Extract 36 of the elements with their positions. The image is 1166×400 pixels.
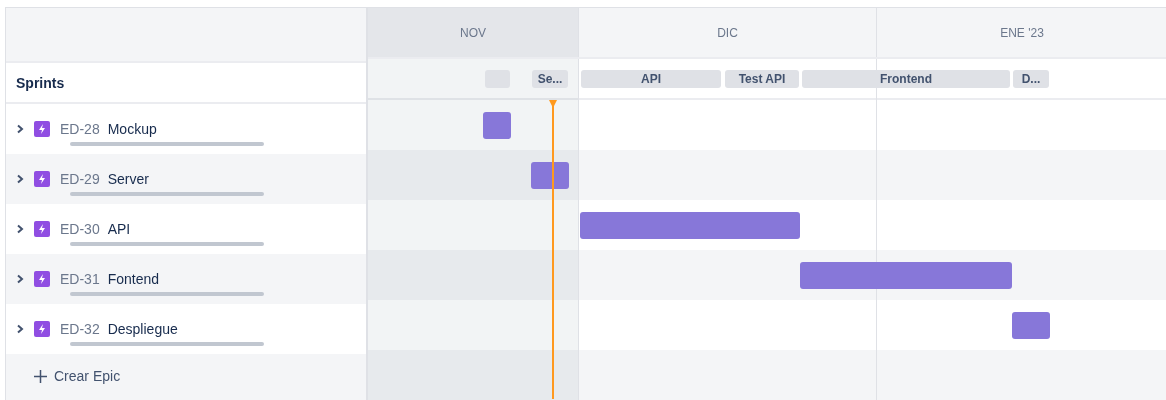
epic-key[interactable]: ED-28 — [60, 121, 100, 137]
month-label: ENE '23 — [1000, 25, 1044, 40]
chevron-icon[interactable] — [16, 324, 24, 334]
sprint-chip[interactable]: D... — [1013, 70, 1049, 88]
chevron-icon[interactable] — [16, 174, 24, 184]
sprint-chip[interactable]: Frontend — [802, 70, 1010, 88]
lightning-icon — [34, 121, 50, 137]
sprint-chip[interactable]: API — [581, 70, 721, 88]
timeline-bar[interactable] — [580, 212, 800, 239]
lightning-icon — [34, 271, 50, 287]
sprint-chip[interactable]: Se... — [532, 70, 568, 88]
epic-name[interactable]: Server — [107, 171, 149, 187]
timeline-bar[interactable] — [531, 162, 569, 189]
month-label: DIC — [717, 25, 738, 40]
epic-key[interactable]: ED-31 — [60, 271, 100, 287]
lightning-icon — [34, 171, 50, 187]
month-label: NOV — [460, 25, 486, 40]
create-epic-button[interactable]: Crear Epic — [34, 368, 121, 384]
epic-key[interactable]: ED-30 — [60, 221, 100, 237]
plus-icon — [34, 369, 47, 383]
sprint-chip[interactable]: Test API — [725, 70, 799, 88]
epic-name[interactable]: Despliegue — [107, 321, 178, 337]
lightning-icon — [34, 221, 50, 237]
epic-key[interactable]: ED-32 — [60, 321, 100, 337]
epic-key[interactable]: ED-29 — [60, 171, 100, 187]
lightning-icon — [34, 321, 50, 337]
timeline-bar[interactable] — [800, 262, 1012, 289]
chevron-icon[interactable] — [16, 274, 24, 284]
timeline-bar[interactable] — [483, 112, 511, 139]
chevron-icon[interactable] — [16, 224, 24, 234]
epic-name[interactable]: API — [107, 221, 131, 237]
epic-name[interactable]: Mockup — [107, 121, 157, 137]
timeline-bar[interactable] — [1012, 312, 1050, 339]
chevron-icon[interactable] — [16, 124, 24, 134]
epic-name[interactable]: Fontend — [107, 271, 160, 287]
sprints-label: Sprints — [16, 74, 65, 91]
